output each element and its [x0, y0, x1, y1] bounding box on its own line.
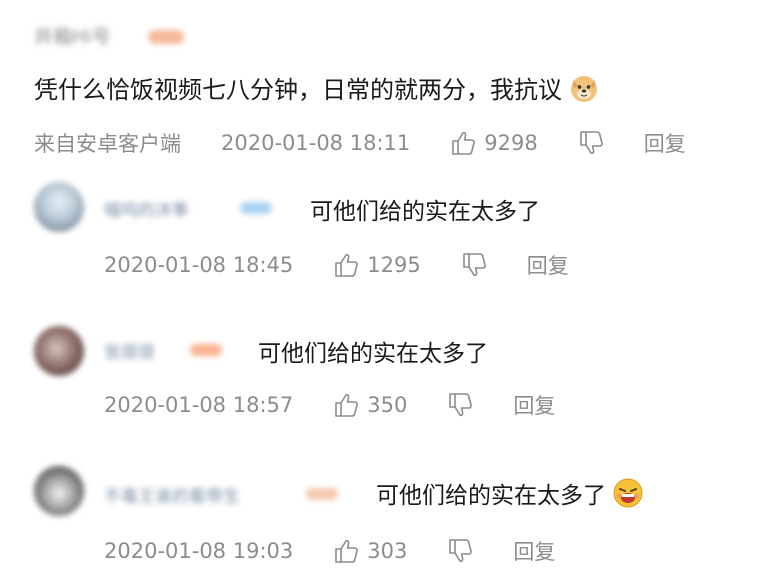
reply-button[interactable]: 回复 — [513, 390, 555, 420]
reply-text: 可他们给的实在太多了 — [310, 199, 540, 225]
thumbs-up-icon — [335, 393, 359, 417]
like-button[interactable]: 1295 — [333, 252, 421, 278]
comment-text: 凭什么恰饭视频七八分钟，日常的就两分，我抗议 — [34, 70, 600, 105]
timestamp: 2020-01-08 18:45 — [104, 253, 294, 277]
reply-meta: 2020-01-08 18:57 350 回复 — [104, 390, 555, 420]
doge-icon — [568, 72, 600, 104]
reply-button[interactable]: 回复 — [527, 250, 569, 280]
like-button[interactable]: 303 — [333, 538, 407, 564]
reply-meta: 2020-01-08 19:03 303 回复 — [104, 536, 555, 566]
username[interactable]: 张很很 — [104, 338, 155, 363]
reply-text: 可他们给的实在太多了 — [376, 476, 644, 510]
username[interactable]: 喵呜的沐筝 — [104, 196, 189, 221]
like-count: 350 — [367, 393, 408, 417]
reply-button[interactable]: 回复 — [644, 128, 686, 158]
timestamp: 2020-01-08 18:11 — [221, 131, 411, 155]
avatar[interactable] — [34, 182, 84, 232]
thumbs-down-icon — [579, 131, 603, 155]
dislike-button[interactable] — [447, 538, 473, 564]
thumbs-up-icon — [335, 539, 359, 563]
like-button[interactable]: 9298 — [450, 130, 538, 156]
avatar[interactable] — [34, 326, 84, 376]
avatar[interactable] — [34, 466, 84, 516]
dislike-button[interactable] — [461, 252, 487, 278]
thumbs-up-icon — [335, 253, 359, 277]
grin-laugh-icon — [612, 477, 644, 509]
like-count: 1295 — [367, 253, 421, 277]
source: 来自安卓客户端 — [34, 132, 181, 156]
reply-meta: 2020-01-08 18:45 1295 回复 — [104, 250, 569, 280]
dislike-button[interactable] — [447, 392, 473, 418]
thumbs-down-icon — [449, 393, 473, 417]
user-badge — [240, 202, 272, 214]
thumbs-down-icon — [449, 539, 473, 563]
comment-meta: 来自安卓客户端 2020-01-08 18:11 9298 回复 — [34, 128, 686, 158]
comment-body: 凭什么恰饭视频七八分钟，日常的就两分，我抗议 — [34, 76, 562, 104]
reply-body: 可他们给的实在太多了 — [376, 483, 606, 509]
thumbs-up-icon — [452, 131, 476, 155]
user-badge — [148, 30, 184, 44]
timestamp: 2020-01-08 18:57 — [104, 393, 294, 417]
like-count: 9298 — [484, 131, 538, 155]
like-count: 303 — [367, 539, 408, 563]
dislike-button[interactable] — [578, 130, 604, 156]
thumbs-down-icon — [462, 253, 486, 277]
timestamp: 2020-01-08 19:03 — [104, 539, 294, 563]
username[interactable]: 不毒王诶的看带生 — [104, 482, 240, 507]
reply-text: 可他们给的实在太多了 — [258, 341, 488, 367]
user-badge — [190, 344, 222, 356]
reply-button[interactable]: 回复 — [513, 536, 555, 566]
like-button[interactable]: 350 — [333, 392, 407, 418]
user-badge — [306, 488, 338, 500]
username[interactable]: 井箱Hi号 — [34, 22, 111, 49]
